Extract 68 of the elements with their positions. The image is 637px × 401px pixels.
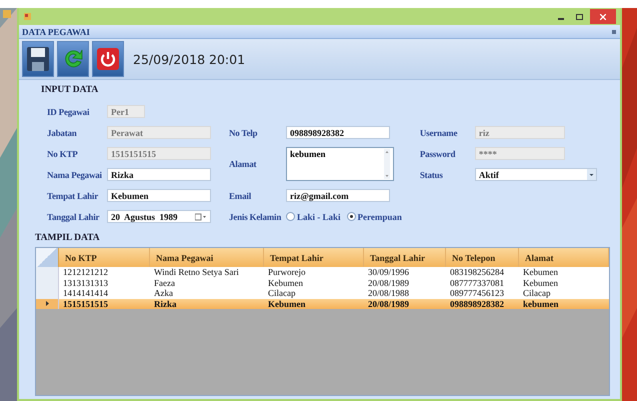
date-time-label: 25/09/2018 20:01 bbox=[133, 52, 246, 66]
table-cell-text: Kebumen bbox=[522, 267, 559, 278]
table-cell-text: 20/08/1989 bbox=[367, 298, 410, 309]
table-cell-text: Purworejo bbox=[267, 267, 306, 278]
gender-radio[interactable]: Perempuan bbox=[346, 212, 402, 222]
table-cell-text: 30/09/1996 bbox=[367, 267, 410, 278]
table-cell-text: 1414141414 bbox=[62, 288, 109, 298]
field-label: No Telp bbox=[229, 128, 258, 138]
power-button[interactable] bbox=[92, 41, 124, 77]
table-cell-text: Kebumen bbox=[522, 278, 559, 288]
close-icon bbox=[600, 14, 606, 20]
app-icon bbox=[23, 12, 32, 21]
close-button[interactable] bbox=[590, 9, 616, 24]
table-cell-text: 098898928382 bbox=[449, 298, 505, 309]
radio-button[interactable] bbox=[286, 212, 295, 221]
date-picker[interactable]: 20 Agustus 1989 bbox=[107, 210, 211, 223]
status-dropdown[interactable]: Aktif bbox=[474, 168, 597, 181]
table-cell-text: 20/08/1989 bbox=[367, 278, 410, 288]
section-title: TAMPIL DATA bbox=[35, 232, 101, 244]
table-cell-text: 1515151515 bbox=[62, 298, 109, 309]
save-button[interactable] bbox=[22, 41, 54, 77]
table-cell-text: 089777456123 bbox=[449, 288, 505, 298]
field-label: Tempat Lahir bbox=[47, 190, 100, 200]
calendar-dropdown-icon bbox=[195, 212, 207, 220]
field-label: Email bbox=[229, 190, 252, 200]
table-row[interactable]: 1414141414 Azka Cilacap 20/08/1988 089777456123 Cilacap bbox=[36, 288, 609, 298]
table-cell-text: Azka bbox=[153, 288, 174, 298]
field-label: ID Pegawai bbox=[47, 106, 90, 116]
table-cell-text: Kebumen bbox=[267, 278, 304, 288]
field-label: Password bbox=[420, 148, 456, 158]
gender-radio[interactable]: Laki - Laki bbox=[286, 212, 341, 222]
input-field[interactable]: 098898928382 bbox=[286, 126, 390, 139]
field-label: Jabatan bbox=[47, 128, 78, 138]
table-cell-text: Kebumen bbox=[267, 298, 307, 309]
field-label: Alamat bbox=[229, 159, 258, 169]
table-cell-text: 1212121212 bbox=[62, 267, 109, 278]
table-cell-text: 083198256284 bbox=[449, 267, 505, 278]
input-field[interactable]: riz@gmail.com bbox=[286, 189, 390, 202]
grid-corner bbox=[36, 248, 59, 267]
table-cell-text: kebumen bbox=[522, 298, 560, 309]
table-cell-text: Cilacap bbox=[267, 288, 296, 298]
field-label: Username bbox=[420, 128, 458, 138]
table-row[interactable]: 1313131313 Faeza Kebumen 20/08/1989 087777337081 Kebumen bbox=[36, 278, 609, 288]
table-cell-text: Windi Retno Setya Sari bbox=[153, 267, 240, 278]
table-cell-text: Rizka bbox=[153, 298, 178, 309]
table-cell-text: 20/08/1988 bbox=[367, 288, 410, 298]
input-field[interactable]: Kebumen bbox=[107, 189, 211, 202]
table-cell-text: 087777337081 bbox=[449, 278, 505, 288]
scrollbar-icon bbox=[384, 149, 390, 179]
field-label: Tanggal Lahir bbox=[47, 212, 100, 222]
table-row[interactable]: 1212121212 Windi Retno Setya Sari Purworejo 30/09/1996 083198256284 Kebumen bbox=[36, 267, 609, 278]
table-cell-text: Faeza bbox=[153, 278, 176, 288]
radio-button[interactable] bbox=[346, 212, 356, 221]
row-pointer-icon bbox=[46, 301, 48, 306]
table-cell-text: 1313131313 bbox=[62, 278, 109, 288]
section-title: INPUT DATA bbox=[41, 84, 100, 96]
field-label: Jenis Kelamin bbox=[229, 212, 282, 222]
field-label: Nama Pegawai bbox=[47, 170, 103, 180]
input-field[interactable]: Rizka bbox=[107, 168, 211, 181]
field-label: No KTP bbox=[47, 148, 79, 158]
table-cell-text: Cilacap bbox=[522, 288, 552, 298]
maximize-icon bbox=[576, 14, 582, 20]
field-label: Status bbox=[420, 170, 444, 180]
pin-icon[interactable] bbox=[612, 30, 616, 34]
table-row[interactable]: 1515151515 Rizka Kebumen 20/08/1989 098898928382 kebumen bbox=[36, 298, 609, 309]
address-textarea[interactable]: kebumen bbox=[286, 147, 394, 181]
panel-title: DATA PEGAWAI bbox=[22, 26, 90, 36]
power-icon bbox=[96, 46, 120, 72]
